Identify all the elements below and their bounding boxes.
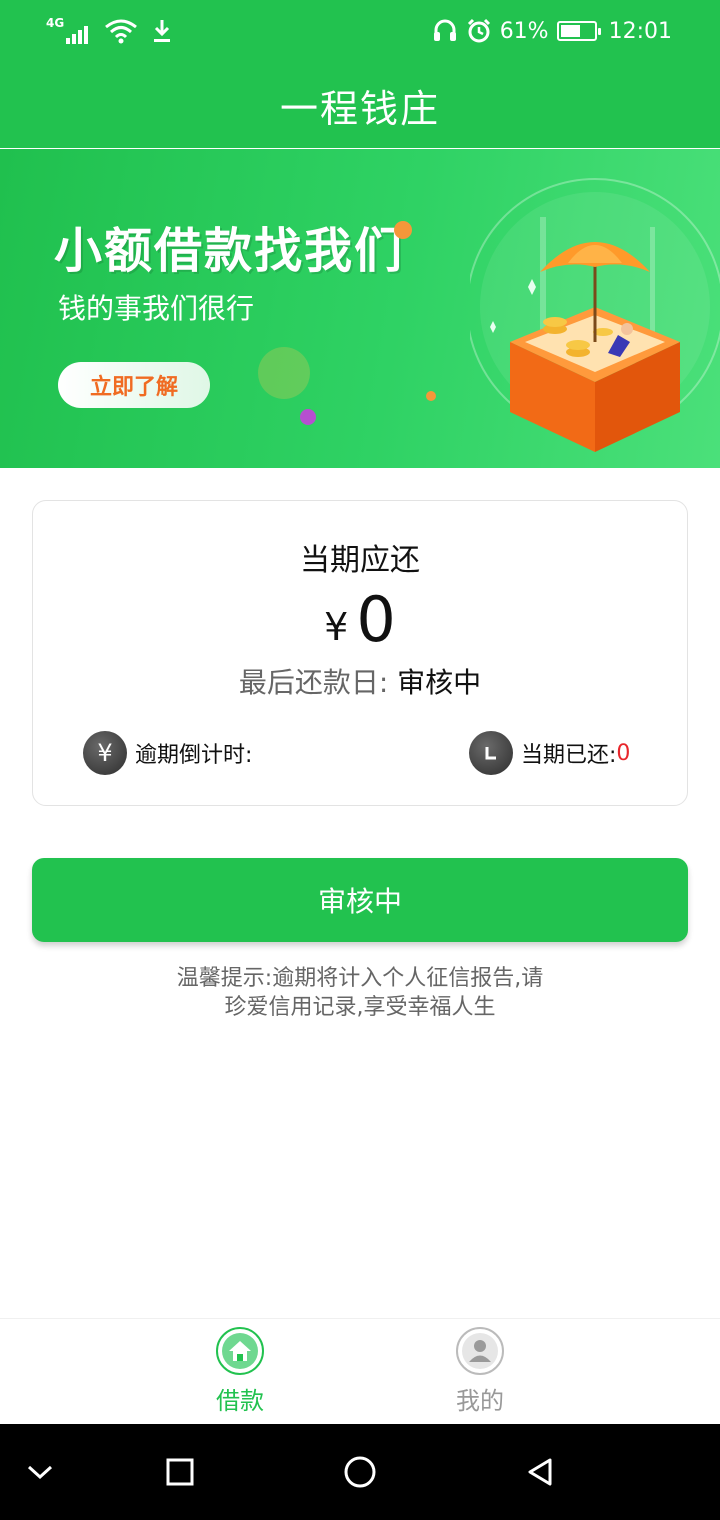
decor-dot bbox=[258, 347, 310, 399]
system-nav-bar bbox=[0, 1424, 720, 1520]
paid-label: 当期已还: bbox=[521, 743, 617, 768]
home-icon bbox=[216, 1327, 264, 1375]
tip-line-1: 温馨提示:逾期将计入个人征信报告,请 bbox=[176, 966, 544, 991]
status-bar: 4G 61% 12:01 bbox=[0, 0, 720, 62]
due-date-label: 最后还款日: bbox=[238, 666, 389, 699]
tab-borrow[interactable]: 借款 bbox=[180, 1327, 300, 1416]
page-title: 一程钱庄 bbox=[279, 86, 440, 131]
amount-due: 0 bbox=[356, 583, 396, 656]
tab-borrow-label: 借款 bbox=[216, 1387, 264, 1415]
decor-dot bbox=[394, 221, 412, 239]
payment-card: 当期应还 ¥ 0 最后还款日: 审核中 ¥ 逾期倒计时: 当期已还: 0 bbox=[32, 500, 688, 806]
alarm-icon bbox=[467, 18, 490, 43]
tab-mine-label: 我的 bbox=[456, 1387, 504, 1415]
recent-apps-icon[interactable] bbox=[162, 1454, 198, 1490]
back-icon[interactable] bbox=[522, 1454, 558, 1490]
paid-status: 当期已还: 0 bbox=[469, 731, 630, 775]
due-date-value: 审核中 bbox=[397, 666, 482, 699]
currency-symbol: ¥ bbox=[324, 605, 349, 649]
wifi-icon bbox=[105, 19, 137, 44]
paid-value: 0 bbox=[616, 740, 631, 766]
review-status-button[interactable]: 审核中 bbox=[32, 858, 688, 942]
status-left: 4G bbox=[46, 16, 172, 46]
clock-icon bbox=[469, 731, 513, 775]
overdue-countdown: ¥ 逾期倒计时: bbox=[83, 731, 252, 775]
tip-line-2: 珍爱信用记录,享受幸福人生 bbox=[224, 995, 496, 1020]
due-date-row: 最后还款日: 审核中 bbox=[33, 661, 687, 701]
banner-headline: 小额借款找我们 bbox=[54, 223, 405, 279]
yen-icon: ¥ bbox=[83, 731, 127, 775]
bottom-tabbar: 借款 我的 bbox=[0, 1318, 720, 1424]
amount-row: ¥ 0 bbox=[33, 585, 687, 655]
chevron-down-icon[interactable] bbox=[22, 1454, 58, 1490]
battery-icon bbox=[556, 21, 601, 41]
headset-icon bbox=[433, 19, 456, 41]
battery-percent: 61% bbox=[499, 18, 549, 44]
decor-dot bbox=[426, 391, 436, 401]
app-header: 一程钱庄 bbox=[0, 62, 720, 148]
status-right: 61% 12:01 bbox=[432, 16, 672, 46]
download-icon bbox=[154, 20, 170, 42]
network-type: 4G bbox=[46, 16, 65, 30]
card-title: 当期应还 bbox=[300, 543, 420, 578]
home-circle-icon[interactable] bbox=[342, 1454, 378, 1490]
overdue-countdown-label: 逾期倒计时: bbox=[135, 743, 253, 768]
warm-tip: 温馨提示:逾期将计入个人征信报告,请 珍爱信用记录,享受幸福人生 bbox=[140, 964, 580, 1022]
clock: 12:01 bbox=[608, 18, 672, 44]
user-icon bbox=[456, 1327, 504, 1375]
banner-subline: 钱的事我们很行 bbox=[58, 292, 255, 325]
battery-fill bbox=[560, 25, 581, 37]
savings-illustration bbox=[470, 178, 720, 452]
tab-mine[interactable]: 我的 bbox=[420, 1327, 540, 1416]
learn-more-button[interactable]: 立即了解 bbox=[58, 362, 210, 408]
promo-banner[interactable]: 小额借款找我们 钱的事我们很行 立即了解 bbox=[0, 149, 720, 468]
decor-dot bbox=[300, 409, 316, 425]
cellular-signal-icon: 4G bbox=[46, 16, 90, 46]
